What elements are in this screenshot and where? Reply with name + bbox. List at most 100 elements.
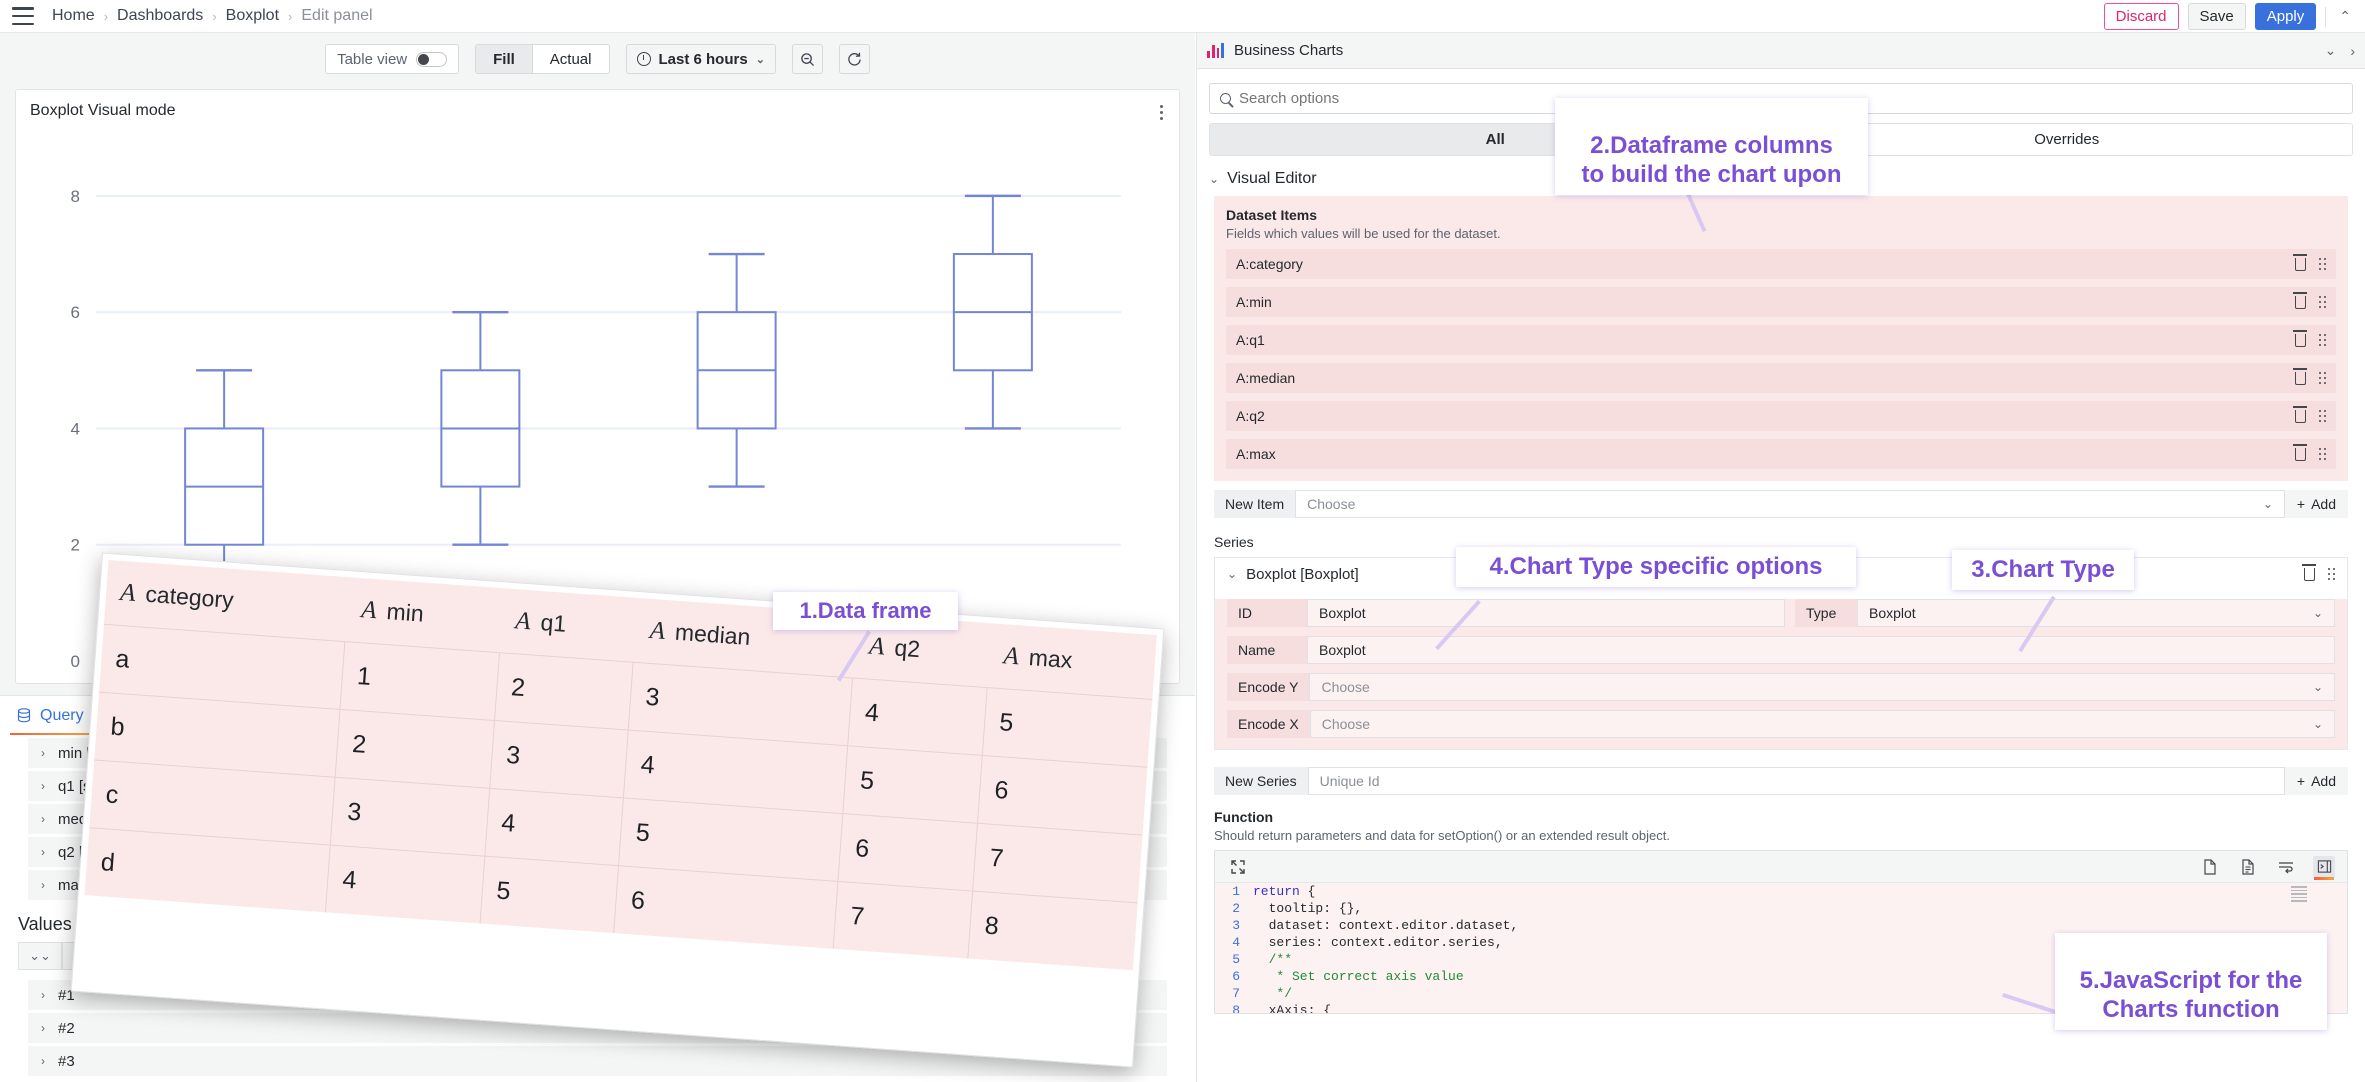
breadcrumb-item-boxplot[interactable]: Boxplot xyxy=(226,7,279,25)
save-button[interactable]: Save xyxy=(2188,3,2246,30)
chevron-down-icon[interactable]: ⌄ xyxy=(2325,42,2337,59)
add-item-button[interactable]: + Add xyxy=(2285,490,2348,518)
code-line-text: series: context.editor.series, xyxy=(1253,935,1503,950)
chevron-right-icon: › xyxy=(41,779,45,793)
drag-handle-icon[interactable] xyxy=(2319,334,2327,347)
chevron-down-icon: ⌄ xyxy=(1209,172,1219,186)
chevron-right-icon: › xyxy=(41,812,45,826)
code-line-number: 3 xyxy=(1215,918,1253,933)
code-line-text: return { xyxy=(1253,884,1315,899)
chevron-down-icon: ⌄ xyxy=(1227,567,1237,581)
new-series-label: New Series xyxy=(1214,767,1308,795)
new-item-row: New Item Choose ⌄ + Add xyxy=(1214,490,2348,518)
breadcrumb-item-home[interactable]: Home xyxy=(52,7,95,25)
new-item-select[interactable]: Choose ⌄ xyxy=(1295,490,2285,518)
drag-handle-icon[interactable] xyxy=(2319,258,2327,271)
dataset-item[interactable]: A:max xyxy=(1226,439,2336,469)
table-view-label: Table view xyxy=(337,51,407,68)
field-type-icon: A xyxy=(649,617,666,645)
trash-icon[interactable] xyxy=(2295,296,2306,309)
tab-query-label: Query xyxy=(40,707,84,725)
dataset-item[interactable]: A:q2 xyxy=(1226,401,2336,431)
dataframe-column-header: Aq1 xyxy=(499,588,638,661)
table-cell: 7 xyxy=(973,823,1143,903)
table-cell: 5 xyxy=(480,856,619,933)
dataset-item-label: A:category xyxy=(1236,256,1303,272)
app-root: Home › Dashboards › Boxplot › Edit panel… xyxy=(0,0,2365,1082)
refresh-icon[interactable] xyxy=(839,44,870,74)
function-description: Should return parameters and data for se… xyxy=(1214,828,2365,843)
encode-x-placeholder: Choose xyxy=(1322,716,1370,732)
encode-x-label: Encode X xyxy=(1227,710,1310,738)
code-line: 1return { xyxy=(1215,883,2347,900)
table-cell: 4 xyxy=(326,845,485,924)
fill-button[interactable]: Fill xyxy=(476,45,532,73)
trash-icon[interactable] xyxy=(2295,410,2306,423)
dataset-item[interactable]: A:category xyxy=(1226,249,2336,279)
series-type-select[interactable]: Boxplot ⌄ xyxy=(1857,599,2335,627)
new-series-input[interactable]: Unique Id xyxy=(1308,767,2285,795)
series-name-input[interactable]: Boxplot xyxy=(1307,636,2335,664)
mini-map-icon[interactable] xyxy=(2313,856,2335,878)
file-icon[interactable] xyxy=(2199,856,2221,878)
code-line-text: /** xyxy=(1253,952,1292,967)
code-line-number: 2 xyxy=(1215,901,1253,916)
series-id-input[interactable]: Boxplot xyxy=(1307,599,1785,627)
kebab-menu-icon[interactable] xyxy=(1153,98,1169,126)
expand-icon[interactable] xyxy=(1227,856,1249,878)
dataset-item-label: A:q1 xyxy=(1236,332,1265,348)
code-line: 2 tooltip: {}, xyxy=(1215,900,2347,917)
file-text-icon[interactable] xyxy=(2237,856,2259,878)
encode-y-select[interactable]: Choose ⌄ xyxy=(1309,673,2335,701)
value-row-label: #3 xyxy=(58,1053,75,1070)
wrap-lines-icon[interactable] xyxy=(2275,856,2297,878)
add-series-button[interactable]: + Add xyxy=(2285,767,2348,795)
discard-button[interactable]: Discard xyxy=(2104,3,2179,30)
drag-handle-icon[interactable] xyxy=(2319,410,2327,423)
table-cell: 6 xyxy=(978,755,1148,835)
field-type-icon: A xyxy=(868,632,885,660)
tab-query[interactable]: Query xyxy=(0,696,101,736)
trash-icon[interactable] xyxy=(2295,372,2306,385)
svg-text:2: 2 xyxy=(71,536,80,555)
drag-handle-icon[interactable] xyxy=(2319,372,2327,385)
svg-text:8: 8 xyxy=(71,187,80,206)
apply-button[interactable]: Apply xyxy=(2255,3,2317,30)
drag-handle-icon[interactable] xyxy=(2319,448,2327,461)
trash-icon[interactable] xyxy=(2295,258,2306,271)
bar-chart-icon xyxy=(1207,43,1224,58)
code-editor-toolbar xyxy=(1215,851,2347,883)
time-range-picker[interactable]: Last 6 hours ⌄ xyxy=(626,44,776,74)
panel-size-segmented-control: Fill Actual xyxy=(475,44,609,74)
series-name-label: Name xyxy=(1227,636,1307,664)
chevron-right-icon[interactable]: › xyxy=(2350,43,2355,59)
dataset-item[interactable]: A:median xyxy=(1226,363,2336,393)
series-encode-x-row: Encode X Choose ⌄ xyxy=(1227,710,2335,738)
series-card-body: ID Boxplot Type Boxplot ⌄ Name Boxplot E… xyxy=(1215,599,2347,749)
breadcrumb-separator-icon: › xyxy=(288,9,292,24)
encode-y-label: Encode Y xyxy=(1227,673,1309,701)
trash-icon[interactable] xyxy=(2304,568,2315,581)
zoom-out-icon[interactable] xyxy=(792,44,823,74)
sort-descending-icon[interactable]: ⌄⌄ xyxy=(18,942,62,970)
svg-text:6: 6 xyxy=(71,303,80,322)
drag-handle-icon[interactable] xyxy=(2328,568,2336,581)
table-view-switch[interactable] xyxy=(416,52,447,67)
chevron-right-icon: › xyxy=(41,988,45,1002)
dataset-item[interactable]: A:q1 xyxy=(1226,325,2336,355)
hamburger-menu-icon[interactable] xyxy=(12,7,34,25)
field-type-icon: A xyxy=(1003,642,1020,670)
code-line-number: 1 xyxy=(1215,884,1253,899)
svg-text:4: 4 xyxy=(71,419,80,438)
trash-icon[interactable] xyxy=(2295,334,2306,347)
table-view-toggle[interactable]: Table view xyxy=(325,44,459,74)
trash-icon[interactable] xyxy=(2295,448,2306,461)
dataset-item[interactable]: A:min xyxy=(1226,287,2336,317)
chevron-up-icon[interactable]: ⌃ xyxy=(2335,8,2355,25)
dataset-item-label: A:min xyxy=(1236,294,1272,310)
clock-icon xyxy=(637,52,651,66)
breadcrumb-item-dashboards[interactable]: Dashboards xyxy=(117,7,203,25)
drag-handle-icon[interactable] xyxy=(2319,296,2327,309)
encode-x-select[interactable]: Choose ⌄ xyxy=(1310,710,2335,738)
actual-button[interactable]: Actual xyxy=(532,45,609,73)
